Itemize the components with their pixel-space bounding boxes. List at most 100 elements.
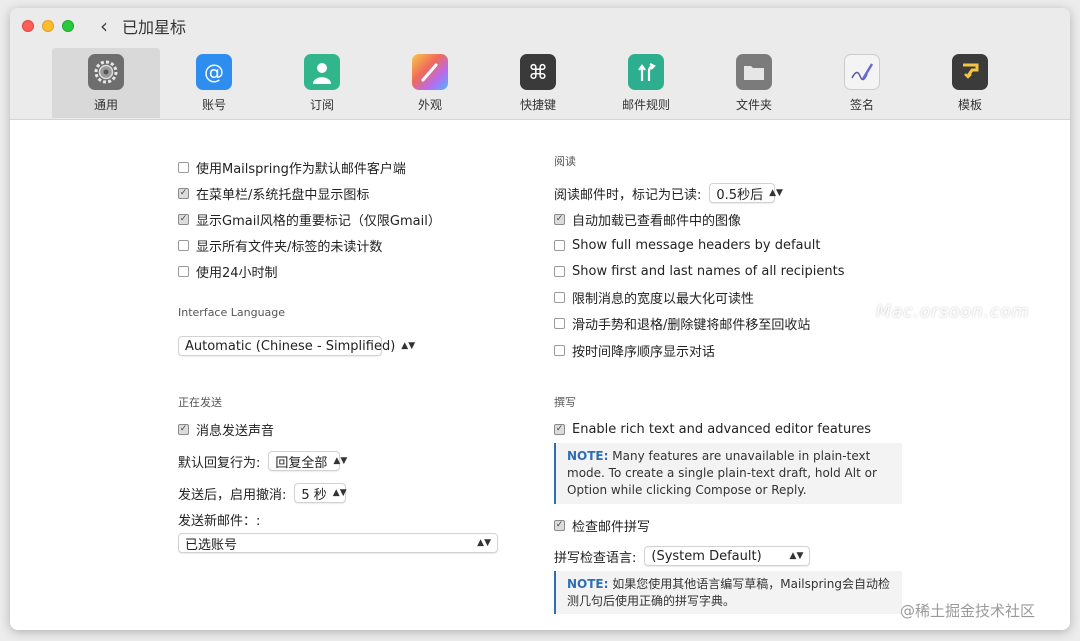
select-value: 0.5秒后 — [716, 187, 764, 203]
close-window-button[interactable] — [22, 20, 34, 32]
mark-read-label: 阅读邮件时，标记为已读: — [554, 187, 702, 203]
option-label: 限制消息的宽度以最大化可读性 — [572, 291, 755, 307]
send-new-mail-row: 已选账号 ▲▼ — [178, 533, 498, 553]
tab-appearance[interactable]: 外观 — [376, 48, 484, 118]
checkbox[interactable] — [554, 291, 565, 303]
back-chevron-icon[interactable]: ‹ — [100, 16, 114, 36]
option-label: 使用Mailspring作为默认邮件客户端 — [196, 161, 406, 177]
updown-arrow-icon: ▲▼ — [401, 341, 416, 351]
note-prefix: NOTE: — [567, 577, 609, 591]
send-sound-option[interactable]: ✓ 消息发送声音 — [178, 419, 274, 439]
reply-behavior-select[interactable]: 回复全部 ▲▼ — [268, 451, 347, 471]
option-label: Show full message headers by default — [572, 237, 821, 253]
option-label: 显示所有文件夹/标签的未读计数 — [196, 239, 383, 255]
tab-mail-rules[interactable]: 邮件规则 — [592, 48, 700, 118]
select-value: 5 秒 — [301, 487, 327, 503]
updown-arrow-icon: ▲▼ — [789, 551, 804, 561]
tab-accounts[interactable]: @ 账号 — [160, 48, 268, 118]
interface-language-heading: Interface Language — [178, 306, 286, 319]
spell-language-row: 拼写检查语言: (System Default) ▲▼ — [554, 546, 811, 566]
tab-general[interactable]: 通用 — [52, 48, 160, 118]
option-label: 消息发送声音 — [196, 423, 275, 439]
tab-label: 账号 — [201, 98, 226, 112]
option-label: 自动加载已查看邮件中的图像 — [572, 213, 742, 229]
checkbox-checked[interactable]: ✓ — [178, 213, 189, 225]
mark-read-row: 阅读邮件时，标记为已读: 0.5秒后 ▲▼ — [554, 183, 783, 203]
checkbox[interactable] — [554, 344, 565, 356]
tab-label: 文件夹 — [735, 98, 772, 112]
tab-shortcuts[interactable]: ⌘ 快捷键 — [484, 48, 592, 118]
tab-label: 订阅 — [309, 98, 334, 112]
command-icon: ⌘ — [520, 54, 556, 90]
checkbox[interactable] — [554, 265, 565, 277]
select-value: 回复全部 — [275, 455, 328, 471]
option-label: 滑动手势和退格/删除键将邮件移至回收站 — [572, 317, 811, 333]
folder-icon — [736, 54, 772, 90]
note-text: 如果您使用其他语言编写草稿，Mailspring会自动检测几句后使用正确的拼写字… — [567, 577, 890, 608]
minimize-window-button[interactable] — [42, 20, 54, 32]
checkbox-checked[interactable]: ✓ — [178, 187, 189, 199]
checkbox-checked[interactable]: ✓ — [554, 213, 565, 225]
sending-heading: 正在发送 — [178, 396, 222, 409]
swipe-trash-option[interactable]: 滑动手势和退格/删除键将邮件移至回收站 — [554, 313, 810, 333]
undo-send-select[interactable]: 5 秒 ▲▼ — [294, 483, 347, 503]
tab-label: 签名 — [849, 98, 874, 112]
zoom-window-button[interactable] — [62, 20, 74, 32]
general-settings-panel: 使用Mailspring作为默认邮件客户端 ✓ 在菜单栏/系统托盘中显示图标 ✓… — [10, 120, 1070, 630]
gmail-important-option[interactable]: ✓ 显示Gmail风格的重要标记（仅限Gmail） — [178, 209, 441, 229]
mark-read-select[interactable]: 0.5秒后 ▲▼ — [709, 183, 783, 203]
window-title: 已加星标 — [122, 18, 187, 37]
checkbox[interactable] — [178, 239, 189, 251]
checkbox[interactable] — [178, 161, 189, 173]
mac-orsoon-watermark: Mac.orsoon.com — [876, 302, 1030, 322]
send-new-mail-select[interactable]: 已选账号 ▲▼ — [178, 533, 498, 553]
title-bar: ‹ 已加星标 — [10, 8, 1070, 44]
menubar-icon-option[interactable]: ✓ 在菜单栏/系统托盘中显示图标 — [178, 183, 369, 203]
note-prefix: NOTE: — [567, 449, 609, 463]
checkbox[interactable] — [554, 239, 565, 251]
checkbox-checked[interactable]: ✓ — [178, 423, 189, 435]
checkbox[interactable] — [554, 317, 565, 329]
full-headers-option[interactable]: Show full message headers by default — [554, 235, 820, 255]
undo-send-label: 发送后，启用撤消: — [178, 487, 287, 503]
at-sign-icon: @ — [196, 54, 232, 90]
juejin-watermark: @稀土掘金技术社区 — [900, 602, 1036, 620]
option-label: 在菜单栏/系统托盘中显示图标 — [196, 187, 370, 203]
checkbox[interactable] — [178, 265, 189, 277]
plain-text-note: NOTE: Many features are unavailable in p… — [554, 443, 902, 504]
spellcheck-note: NOTE: 如果您使用其他语言编写草稿，Mailspring会自动检测几句后使用… — [554, 571, 902, 614]
limit-width-option[interactable]: 限制消息的宽度以最大化可读性 — [554, 287, 754, 307]
undo-send-row: 发送后，启用撤消: 5 秒 ▲▼ — [178, 483, 347, 503]
spellcheck-option[interactable]: ✓ 检查邮件拼写 — [554, 515, 650, 535]
unread-counts-option[interactable]: 显示所有文件夹/标签的未读计数 — [178, 235, 382, 255]
reply-behavior-label: 默认回复行为: — [178, 455, 261, 471]
signature-pen-icon — [844, 54, 880, 90]
option-label: Show first and last names of all recipie… — [572, 263, 845, 279]
interface-language-select[interactable]: Automatic (Chinese - Simplified) ▲▼ — [178, 336, 415, 356]
tab-label: 邮件规则 — [621, 98, 670, 112]
updown-arrow-icon: ▲▼ — [333, 456, 348, 466]
checkbox-checked[interactable]: ✓ — [554, 519, 565, 531]
select-value: (System Default) — [651, 548, 762, 564]
preferences-toolbar: 通用 @ 账号 订阅 外观 ⌘ 快捷键 邮件规则 文件夹 签名 模板 — [10, 44, 1070, 120]
option-label: 使用24小时制 — [196, 265, 278, 281]
reply-behavior-row: 默认回复行为: 回复全部 ▲▼ — [178, 451, 347, 471]
tab-label: 通用 — [93, 98, 118, 112]
auto-load-images-option[interactable]: ✓ 自动加载已查看邮件中的图像 — [554, 209, 741, 229]
checkbox-checked[interactable]: ✓ — [554, 423, 565, 435]
select-value: Automatic (Chinese - Simplified) — [185, 338, 396, 354]
note-text: Many features are unavailable in plain-t… — [567, 449, 877, 497]
tab-subscriptions[interactable]: 订阅 — [268, 48, 376, 118]
full-names-option[interactable]: Show first and last names of all recipie… — [554, 261, 844, 281]
default-client-option[interactable]: 使用Mailspring作为默认邮件客户端 — [178, 157, 406, 177]
reverse-order-option[interactable]: 按时间降序顺序显示对话 — [554, 340, 715, 360]
rich-text-option[interactable]: ✓ Enable rich text and advanced editor f… — [554, 419, 871, 439]
tab-templates[interactable]: 模板 — [916, 48, 1024, 118]
option-label: 检查邮件拼写 — [572, 519, 651, 535]
template-icon — [952, 54, 988, 90]
tab-signatures[interactable]: 签名 — [808, 48, 916, 118]
spell-language-select[interactable]: (System Default) ▲▼ — [644, 546, 811, 566]
tab-label: 模板 — [957, 98, 982, 112]
time24-option[interactable]: 使用24小时制 — [178, 261, 278, 281]
tab-folders[interactable]: 文件夹 — [700, 48, 808, 118]
